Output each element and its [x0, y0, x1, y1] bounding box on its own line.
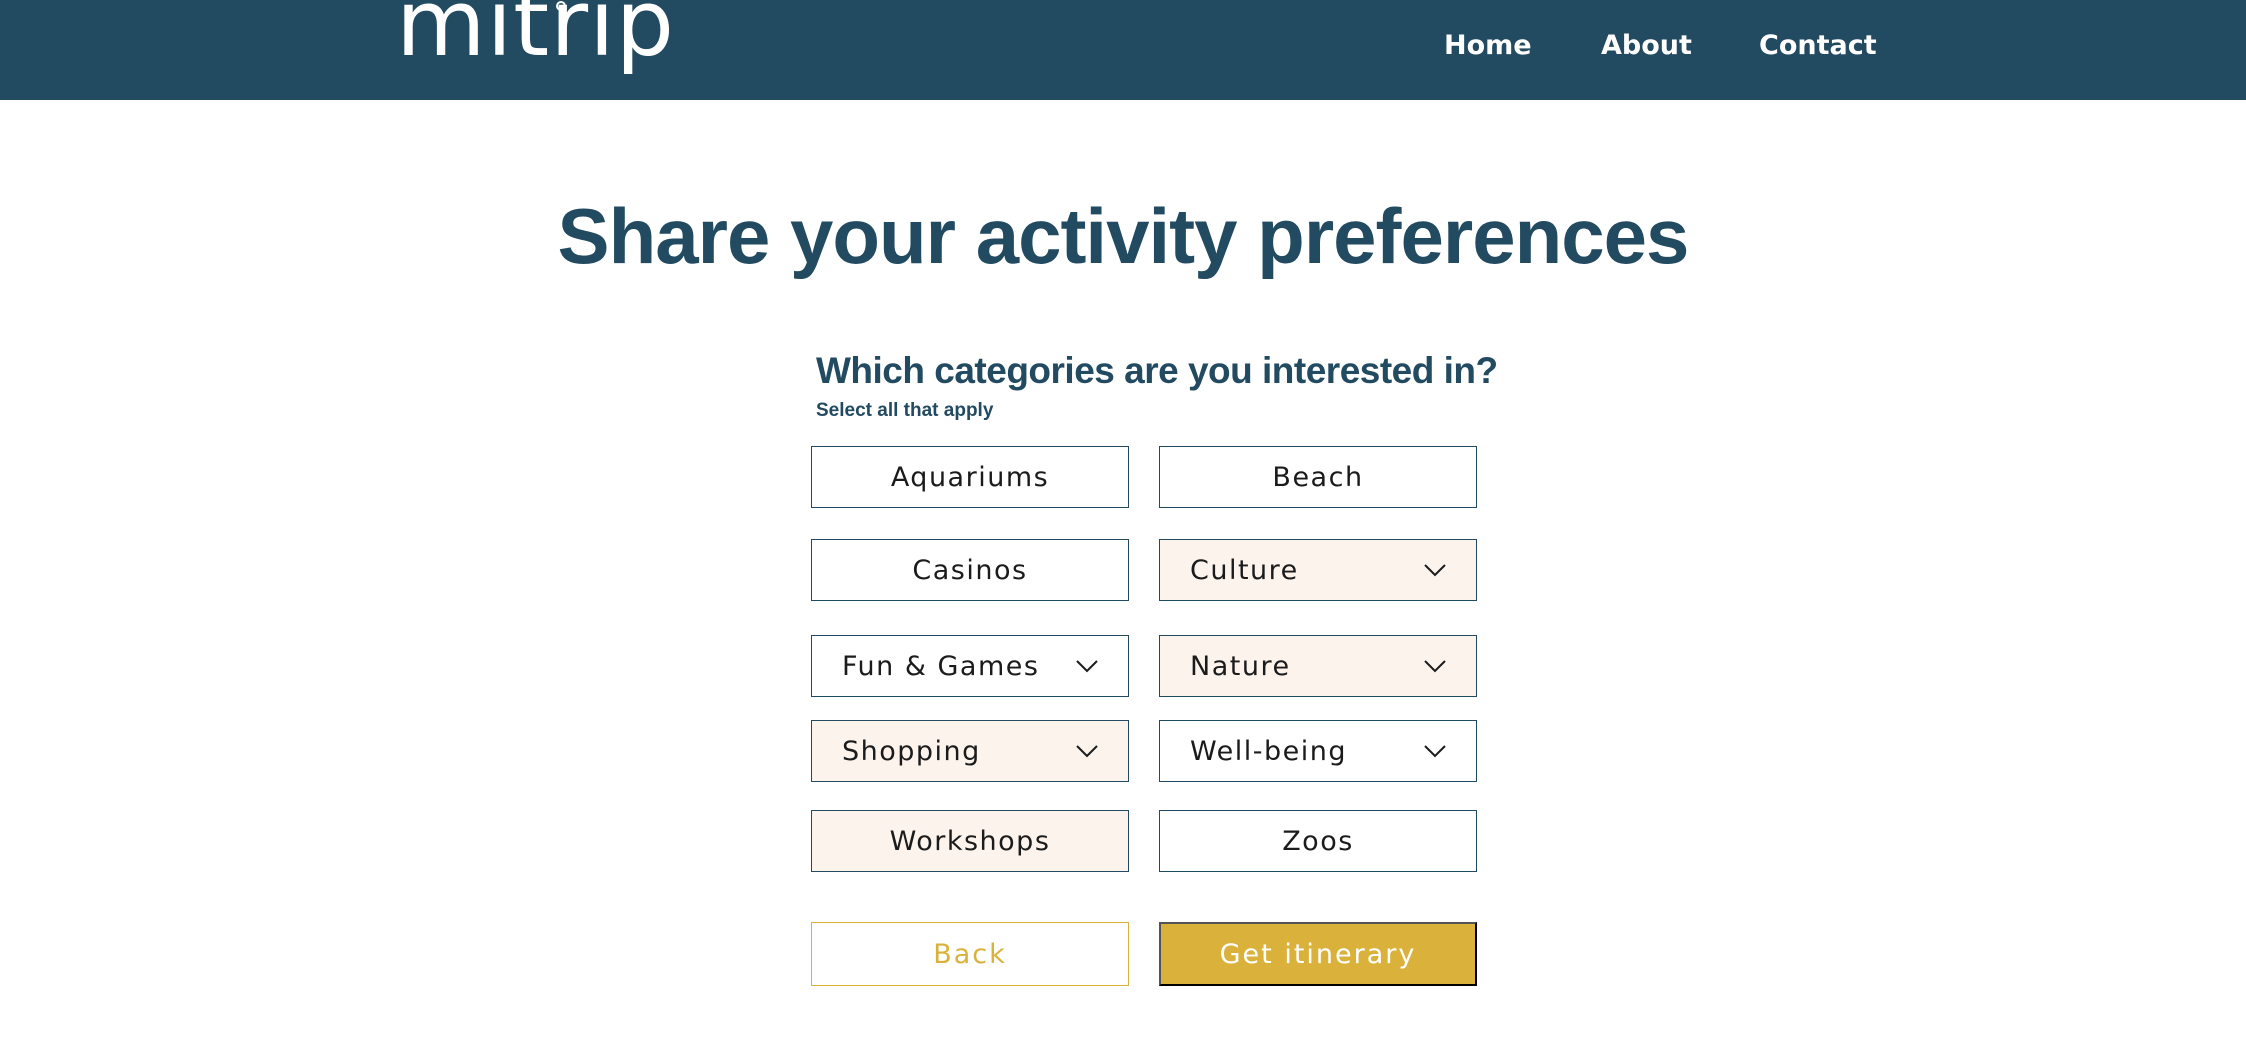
option-label: Well-being: [1190, 735, 1347, 767]
option-well-being[interactable]: Well-being: [1159, 720, 1477, 782]
option-aquariums[interactable]: Aquariums: [811, 446, 1129, 508]
option-beach[interactable]: Beach: [1159, 446, 1477, 508]
option-shopping[interactable]: Shopping: [811, 720, 1129, 782]
get-itinerary-button[interactable]: Get itinerary: [1159, 922, 1477, 986]
option-label: Workshops: [889, 825, 1051, 857]
option-casinos[interactable]: Casinos: [811, 539, 1129, 601]
option-label: Beach: [1272, 461, 1364, 493]
chevron-down-icon[interactable]: [1076, 744, 1098, 758]
category-question: Which categories are you interested in?: [816, 350, 1498, 391]
nav-link-home[interactable]: Home: [1444, 30, 1532, 61]
option-culture[interactable]: Culture: [1159, 539, 1477, 601]
option-label: Casinos: [912, 554, 1028, 586]
location-pin-icon: [556, 1, 566, 16]
option-fun-games[interactable]: Fun & Games: [811, 635, 1129, 697]
option-workshops[interactable]: Workshops: [811, 810, 1129, 872]
mitrip-logo[interactable]: mitrip: [396, 0, 675, 70]
option-label: Shopping: [842, 735, 981, 767]
nav-link-contact[interactable]: Contact: [1759, 30, 1877, 61]
page-title: Share your activity preferences: [557, 192, 1690, 280]
option-label: Aquariums: [890, 461, 1050, 493]
select-hint: Select all that apply: [816, 400, 994, 421]
back-button[interactable]: Back: [811, 922, 1129, 986]
option-label: Zoos: [1282, 825, 1354, 857]
option-label: Culture: [1190, 554, 1299, 586]
chevron-down-icon[interactable]: [1424, 563, 1446, 577]
chevron-down-icon[interactable]: [1424, 744, 1446, 758]
option-label: Fun & Games: [842, 650, 1040, 682]
nav-link-about[interactable]: About: [1601, 30, 1692, 61]
option-nature[interactable]: Nature: [1159, 635, 1477, 697]
option-label: Nature: [1190, 650, 1291, 682]
site-header: mitrip Home About Contact: [0, 0, 2246, 100]
chevron-down-icon[interactable]: [1424, 659, 1446, 673]
chevron-down-icon[interactable]: [1076, 659, 1098, 673]
option-zoos[interactable]: Zoos: [1159, 810, 1477, 872]
